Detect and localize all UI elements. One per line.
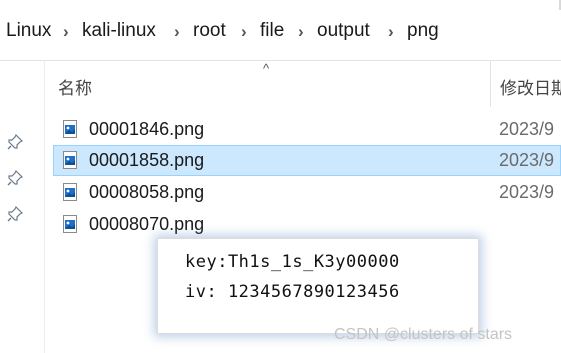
- image-file-icon: [63, 215, 77, 233]
- pin-icon[interactable]: [7, 206, 23, 222]
- file-row[interactable]: 00001846.png 2023/9: [53, 114, 561, 145]
- file-name: 00001846.png: [89, 119, 205, 139]
- file-date: 2023/9: [499, 119, 555, 139]
- chevron-right-icon[interactable]: ›: [63, 22, 69, 42]
- file-name: 00008070.png: [89, 214, 205, 234]
- file-name: 00008058.png: [89, 182, 205, 202]
- navigation-pane: [0, 61, 45, 353]
- chevron-right-icon[interactable]: ›: [388, 22, 394, 42]
- chevron-right-icon[interactable]: ›: [241, 22, 247, 42]
- image-file-icon: [63, 151, 77, 169]
- file-row[interactable]: 00008058.png 2023/9: [53, 177, 561, 208]
- breadcrumb-item-linux[interactable]: Linux: [6, 20, 51, 42]
- file-date: 2023/9: [499, 150, 555, 170]
- chevron-right-icon[interactable]: ›: [298, 22, 304, 42]
- watermark-text: CSDN @clusters of stars: [334, 326, 513, 343]
- file-date: 2023/9: [499, 182, 555, 202]
- column-divider[interactable]: [490, 61, 491, 107]
- breadcrumb-item-root[interactable]: root: [193, 20, 226, 42]
- file-row-selected[interactable]: 00001858.png 2023/9: [53, 145, 561, 176]
- key-iv-popup: key:Th1s_1s_K3y00000 iv: 123456789012345…: [157, 238, 479, 334]
- column-header-date-modified[interactable]: 修改日期: [500, 74, 561, 99]
- pin-icon[interactable]: [7, 170, 23, 186]
- breadcrumb-item-file[interactable]: file: [260, 20, 284, 42]
- key-text: key:Th1s_1s_K3y00000: [185, 252, 400, 272]
- file-name: 00001858.png: [89, 150, 205, 170]
- image-file-icon: [63, 120, 77, 138]
- iv-text: iv: 1234567890123456: [185, 282, 400, 302]
- column-header-row: ^ 名称 修改日期: [44, 61, 561, 107]
- chevron-right-icon[interactable]: ›: [174, 22, 180, 42]
- column-header-name[interactable]: 名称: [58, 74, 92, 99]
- breadcrumb: Linux › kali-linux › root › file › outpu…: [0, 0, 561, 61]
- pin-icon[interactable]: [7, 134, 23, 150]
- breadcrumb-item-png[interactable]: png: [407, 20, 439, 42]
- breadcrumb-item-output[interactable]: output: [317, 20, 370, 42]
- breadcrumb-item-kali-linux[interactable]: kali-linux: [82, 20, 156, 42]
- file-row[interactable]: 00008070.png: [53, 209, 561, 240]
- image-file-icon: [63, 183, 77, 201]
- sort-ascending-icon: ^: [263, 61, 270, 76]
